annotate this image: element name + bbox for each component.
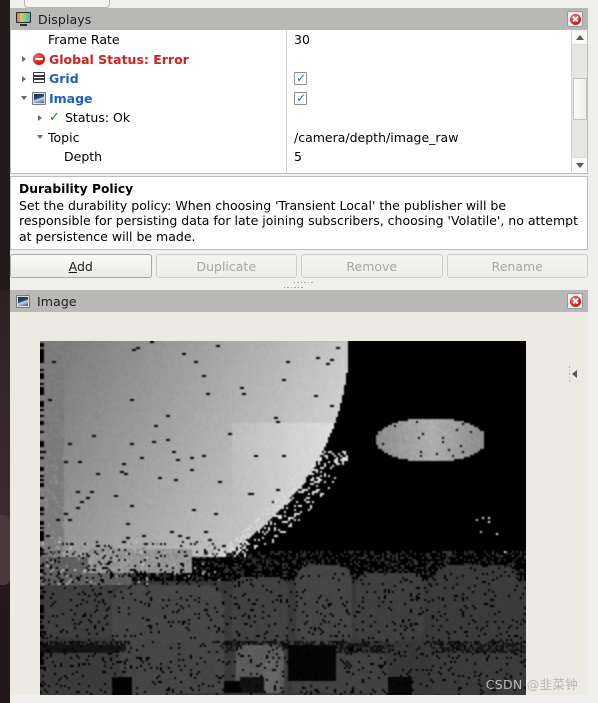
action-button: Duplicate [155, 254, 297, 278]
tree-row-label: Frame Rate [48, 32, 120, 48]
tree-row-value: 30 [294, 32, 310, 48]
description-title: Durability Policy [19, 182, 134, 196]
enable-checkbox[interactable] [294, 91, 307, 105]
tree-rows: Frame Rate 30 Global Status: Error Grid Imag… [11, 30, 556, 167]
button-label-rest: dd [76, 258, 93, 274]
scroll-up-button[interactable] [572, 30, 587, 45]
displays-close-button[interactable] [567, 11, 583, 27]
action-button: Rename [446, 254, 588, 278]
tree-row-value-cell[interactable] [286, 89, 556, 109]
image-titlebar: Image [10, 290, 588, 312]
tree-row-name-cell: ✓ Status: Ok [11, 108, 286, 128]
button-label: Duplicate [196, 258, 257, 274]
tree-row-value-cell[interactable] [286, 108, 556, 128]
tree-row-value-cell[interactable]: /camera/depth/image_raw [286, 128, 556, 148]
tree-row-value: 5 [294, 149, 302, 165]
tree-row-label: Topic [48, 129, 80, 145]
tree-row[interactable]: Topic/camera/depth/image_raw [11, 128, 556, 148]
tree-row-value: /camera/depth/image_raw [294, 129, 459, 145]
image-icon [30, 91, 47, 105]
tree-row-label: Image [49, 90, 93, 106]
close-icon [569, 295, 581, 307]
toolbar-remnant [0, 0, 598, 8]
ok-check-icon: ✓ [49, 110, 60, 126]
tree-row-name-cell: Frame Rate [11, 30, 286, 50]
tree-row-value-cell[interactable]: 5 [286, 147, 556, 167]
error-icon [30, 53, 47, 66]
chevron-down-icon [576, 162, 584, 168]
displays-titlebar: Displays [10, 8, 588, 30]
tree-row-value-cell[interactable] [286, 69, 556, 89]
tree-row[interactable]: Grid [11, 69, 556, 89]
expander-collapsed-icon[interactable] [17, 50, 30, 70]
button-mnemonic: A [68, 258, 77, 274]
expander-expanded-icon[interactable] [17, 89, 30, 109]
expander-expanded-icon[interactable] [33, 128, 46, 148]
tree-row-name-cell: Topic [11, 128, 286, 148]
desktop-left-edge [0, 0, 10, 703]
tree-row[interactable]: Depth 5 [11, 147, 556, 167]
tree-row-name-cell: Global Status: Error [11, 50, 286, 70]
tree-row-label: Global Status: Error [49, 51, 189, 67]
tree-row-label: Status: Ok [65, 110, 131, 126]
tree-row-name-cell: Image [11, 89, 286, 109]
property-description-box: Durability Policy Set the durability pol… [10, 176, 588, 250]
close-icon [569, 13, 581, 25]
tree-row-name-cell: Grid [11, 69, 286, 89]
tree-row-value-cell[interactable]: 30 [286, 30, 556, 50]
enable-checkbox[interactable] [294, 71, 307, 86]
expander-collapsed-icon[interactable] [17, 69, 30, 89]
image-panel: Image CSDN @韭菜钟 [10, 290, 588, 695]
depth-image-view [40, 341, 526, 695]
chevron-up-icon [576, 34, 584, 40]
app-root: Displays Frame Rate 30 Global Status: Erro… [0, 0, 598, 703]
collapse-panel-handle[interactable] [566, 360, 580, 388]
image-panel-title: Image [37, 293, 77, 309]
image-canvas-area[interactable]: CSDN @韭菜钟 [10, 312, 588, 695]
grid-icon [30, 72, 47, 84]
expander-collapsed-icon[interactable] [33, 108, 46, 128]
tree-row[interactable]: Global Status: Error [11, 50, 556, 70]
window-bottom-edge [0, 695, 598, 703]
toolbar-button-stub[interactable] [24, 0, 110, 8]
displays-panel-title: Displays [38, 11, 92, 27]
display-properties-tree[interactable]: Frame Rate 30 Global Status: Error Grid Imag… [10, 30, 588, 174]
action-button[interactable]: Add [10, 254, 152, 278]
tree-row-name-cell: Depth [11, 147, 286, 167]
image-close-button[interactable] [567, 293, 583, 309]
tree-row-label: Depth [64, 149, 103, 165]
tree-row[interactable]: ✓ Status: Ok [11, 108, 556, 128]
tree-row[interactable]: Image [11, 89, 556, 109]
button-label: Remove [346, 258, 398, 274]
button-label: Rename [491, 258, 543, 274]
tree-row-value-cell[interactable] [286, 50, 556, 70]
description-body: Set the durability policy: When choosing… [19, 197, 578, 244]
grip-dots-icon [568, 366, 571, 382]
tree-vertical-scrollbar[interactable] [571, 30, 587, 172]
chevron-left-icon [572, 370, 578, 378]
display-action-buttons: Add Duplicate Remove Rename [10, 254, 588, 278]
displays-panel: Displays Frame Rate 30 Global Status: Erro… [10, 8, 588, 286]
tree-row-label: Grid [49, 71, 79, 87]
scroll-down-button[interactable] [572, 157, 587, 172]
tree-row[interactable]: Frame Rate 30 [11, 30, 556, 50]
scrollbar-thumb[interactable] [573, 78, 587, 120]
monitor-icon [16, 12, 31, 26]
desktop-edge-bulge [0, 515, 10, 585]
action-button: Remove [301, 254, 443, 278]
image-icon [16, 294, 30, 308]
